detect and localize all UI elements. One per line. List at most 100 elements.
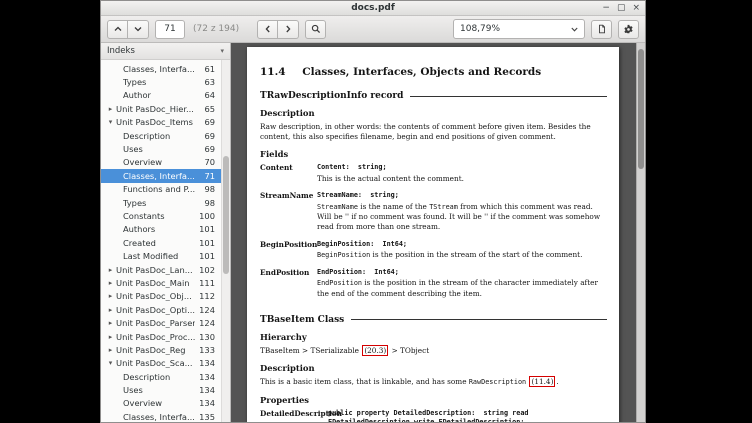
sidebar-item-label: Uses xyxy=(123,385,195,395)
sidebar-item[interactable]: ▸Unit PasDoc_Opti...124 xyxy=(101,303,221,316)
field-row: StreamNameStreamName: string;StreamName … xyxy=(260,191,607,235)
page-mode-button[interactable] xyxy=(591,20,612,39)
sidebar-item-page: 71 xyxy=(204,171,215,181)
expander-right-icon[interactable]: ▸ xyxy=(105,279,116,287)
gear-icon xyxy=(623,24,634,35)
description-paragraph: Raw description, in other words: the con… xyxy=(260,122,607,142)
pdf-link[interactable]: (20.3) xyxy=(362,345,388,356)
sidebar-item[interactable]: Classes, Interfa...61 xyxy=(101,62,221,75)
sidebar-item[interactable]: Author64 xyxy=(101,89,221,102)
field-row: ContentContent: string;This is the actua… xyxy=(260,163,607,187)
sidebar-scrollbar[interactable] xyxy=(221,60,230,422)
sidebar-scrollbar-thumb[interactable] xyxy=(223,156,229,274)
field-name: StreamName xyxy=(260,191,317,235)
sidebar-item[interactable]: ▾Unit PasDoc_Items69 xyxy=(101,116,221,129)
window-controls: − ▢ × xyxy=(602,1,640,15)
text-segment: This is a basic item class, that is link… xyxy=(260,377,469,386)
content-scrollbar[interactable] xyxy=(636,43,645,422)
history-forward-button[interactable] xyxy=(278,20,299,39)
sidebar-item-label: Unit PasDoc_Opti... xyxy=(116,305,195,315)
sidebar-item[interactable]: Last Modified101 xyxy=(101,249,221,262)
sidebar-item[interactable]: ▸Unit PasDoc_Proc...130 xyxy=(101,330,221,343)
sidebar-item[interactable]: ▾Unit PasDoc_Sca...134 xyxy=(101,357,221,370)
field-description: BeginPosition is the position in the str… xyxy=(317,250,607,261)
expander-right-icon[interactable]: ▸ xyxy=(105,105,116,113)
sidebar-item-label: Unit PasDoc_Obj... xyxy=(116,291,195,301)
previous-page-button[interactable] xyxy=(107,20,128,39)
sidebar-mode-label: Indeks xyxy=(107,46,220,56)
sidebar-item-label: Classes, Interfa... xyxy=(123,64,200,74)
sidebar-item-label: Authors xyxy=(123,224,195,234)
sidebar-item-page: 134 xyxy=(199,398,215,408)
sidebar-item-label: Unit PasDoc_Parser xyxy=(116,318,195,328)
sidebar-item[interactable]: Created101 xyxy=(101,236,221,249)
sidebar-item[interactable]: Uses69 xyxy=(101,142,221,155)
pdf-page: 11.4 Classes, Interfaces, Objects and Re… xyxy=(247,47,619,422)
zoom-combobox[interactable]: 108,79% xyxy=(453,19,585,39)
sidebar-item[interactable]: ▸Unit PasDoc_Parser124 xyxy=(101,316,221,329)
sidebar-item-label: Classes, Interfa... xyxy=(123,171,200,181)
chevron-right-icon xyxy=(283,24,293,34)
sidebar-item[interactable]: Constants100 xyxy=(101,209,221,222)
sidebar-item[interactable]: Description134 xyxy=(101,370,221,383)
expander-right-icon[interactable]: ▸ xyxy=(105,333,116,341)
expander-down-icon[interactable]: ▾ xyxy=(105,359,116,367)
expander-right-icon[interactable]: ▸ xyxy=(105,266,116,274)
field-row: EndPositionEndPosition: Int64;EndPositio… xyxy=(260,268,607,302)
class-heading: TBaseItem Class xyxy=(260,315,607,325)
sidebar-item-page: 101 xyxy=(199,224,215,234)
sidebar-item[interactable]: ▸Unit PasDoc_Reg133 xyxy=(101,343,221,356)
sidebar-item[interactable]: Types 98 xyxy=(101,196,221,209)
field-body: StreamName: string;StreamName is the nam… xyxy=(317,191,607,235)
expander-right-icon[interactable]: ▸ xyxy=(105,306,116,314)
menu-gear-button[interactable] xyxy=(618,20,639,39)
hierarchy-heading: Hierarchy xyxy=(260,332,607,342)
sidebar-item-label: Unit PasDoc_Reg xyxy=(116,345,195,355)
sidebar-item[interactable]: Overview 70 xyxy=(101,156,221,169)
sidebar-item[interactable]: ▸Unit PasDoc_Hier...65 xyxy=(101,102,221,115)
sidebar-item[interactable]: Types63 xyxy=(101,75,221,88)
properties-heading: Properties xyxy=(260,395,607,405)
sidebar-item[interactable]: Authors 101 xyxy=(101,223,221,236)
next-page-button[interactable] xyxy=(128,20,149,39)
sidebar-item-label: Types xyxy=(123,198,200,208)
sidebar-mode-dropdown[interactable]: Indeks ▾ xyxy=(101,43,230,60)
sidebar-item[interactable]: Description69 xyxy=(101,129,221,142)
close-button[interactable]: × xyxy=(632,4,640,13)
sidebar-item[interactable]: ▸Unit PasDoc_Main111 xyxy=(101,276,221,289)
sidebar-item-page: 135 xyxy=(199,412,215,422)
properties-list: DetailedDescriptionpublic property Detai… xyxy=(260,409,607,422)
sidebar-item[interactable]: Uses134 xyxy=(101,383,221,396)
fields-list: ContentContent: string;This is the actua… xyxy=(260,163,607,301)
expander-right-icon[interactable]: ▸ xyxy=(105,292,116,300)
text-segment: is the position in the stream of the sta… xyxy=(370,250,582,259)
search-button[interactable] xyxy=(305,20,326,39)
property-row: DetailedDescriptionpublic property Detai… xyxy=(260,409,607,422)
history-back-button[interactable] xyxy=(257,20,278,39)
property-declaration: public property DetailedDescription: str… xyxy=(328,409,607,422)
page-number-input[interactable] xyxy=(155,20,185,39)
sidebar-item[interactable]: Overview134 xyxy=(101,397,221,410)
class-heading-text: TBaseItem Class xyxy=(260,315,344,325)
titlebar[interactable]: docs.pdf − ▢ × xyxy=(101,1,645,16)
expander-down-icon[interactable]: ▾ xyxy=(105,118,116,126)
expander-right-icon[interactable]: ▸ xyxy=(105,319,116,327)
inline-code: BeginPosition xyxy=(317,251,370,259)
field-name: Content xyxy=(260,163,317,187)
sidebar-item[interactable]: Classes, Interfa... 71 xyxy=(101,169,221,182)
sidebar-item[interactable]: Classes, Interfa...135 xyxy=(101,410,221,422)
sidebar-item-page: 70 xyxy=(204,157,215,167)
content-scrollbar-thumb[interactable] xyxy=(638,49,644,169)
text-segment: . xyxy=(556,377,558,386)
sidebar-item[interactable]: ▸Unit PasDoc_Lan...102 xyxy=(101,263,221,276)
expander-right-icon[interactable]: ▸ xyxy=(105,346,116,354)
maximize-button[interactable]: ▢ xyxy=(617,4,626,13)
minimize-button[interactable]: − xyxy=(602,4,610,13)
chevron-up-icon xyxy=(113,24,123,34)
sidebar-item[interactable]: Functions and P...98 xyxy=(101,183,221,196)
sidebar-item-label: Overview xyxy=(123,157,200,167)
sidebar-item[interactable]: ▸Unit PasDoc_Obj...112 xyxy=(101,290,221,303)
sidebar-item-page: 98 xyxy=(204,198,215,208)
sidebar-item-page: 69 xyxy=(204,131,215,141)
pdf-link[interactable]: (11.4) xyxy=(529,376,555,387)
